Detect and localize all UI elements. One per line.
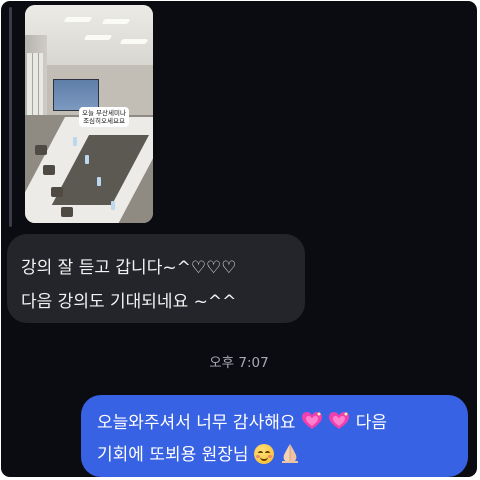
photo-ceiling-light <box>101 19 131 24</box>
photo-ceiling-light <box>83 35 113 40</box>
sparkling-heart-emoji-icon <box>328 411 350 436</box>
outgoing-message-bubble[interactable]: 오늘와주셔서 너무 감사해요 다음 기회에 또뵈용 원장님 <box>81 395 468 477</box>
photo-water-bottle <box>73 137 77 146</box>
folded-hands-emoji-icon <box>279 442 301 469</box>
photo-ceiling-light <box>119 39 149 44</box>
shared-photo[interactable]: 오늘 부산세미나 조심히오세요요 <box>25 5 153 223</box>
photo-water-bottle <box>111 201 115 210</box>
photo-caption-line2: 조심히오세요요 <box>83 117 125 125</box>
incoming-message-line1: 강의 잘 듣고 갑니다~^♡♡♡ <box>21 258 237 278</box>
photo-chair <box>51 187 63 197</box>
photo-chair <box>61 207 73 217</box>
smiling-face-emoji-icon <box>253 444 274 464</box>
sparkling-heart-emoji-icon <box>301 411 323 436</box>
incoming-message-bubble[interactable]: 강의 잘 듣고 갑니다~^♡♡♡ 다음 강의도 기대되네요 ~^^ <box>7 234 305 323</box>
outgoing-line1-after: 다음 <box>355 413 387 433</box>
photo-caption-line1: 오늘 부산세미나 <box>82 109 126 117</box>
photo-caption-sticker: 오늘 부산세미나 조심히오세요요 <box>79 107 129 127</box>
photo-water-bottle <box>97 177 101 186</box>
outgoing-line1-text: 오늘와주셔서 너무 감사해요 <box>97 413 296 433</box>
photo-chair <box>35 145 47 155</box>
chat-screen: 오늘 부산세미나 조심히오세요요 강의 잘 듣고 갑니다~^♡♡♡ 다음 강의도… <box>1 1 477 477</box>
outgoing-message-line2: 기회에 또뵈용 원장님 <box>97 440 301 469</box>
photo-water-bottle <box>85 155 89 164</box>
incoming-message-line2: 다음 강의도 기대되네요 ~^^ <box>21 292 237 312</box>
outgoing-line2-text: 기회에 또뵈용 원장님 <box>97 445 249 465</box>
reply-indicator-bar <box>9 7 12 227</box>
outgoing-message-line1: 오늘와주셔서 너무 감사해요 다음 <box>97 408 387 436</box>
photo-ceiling-light <box>63 17 93 22</box>
photo-chair <box>43 165 55 175</box>
message-timestamp: 오후 7:07 <box>209 355 269 371</box>
